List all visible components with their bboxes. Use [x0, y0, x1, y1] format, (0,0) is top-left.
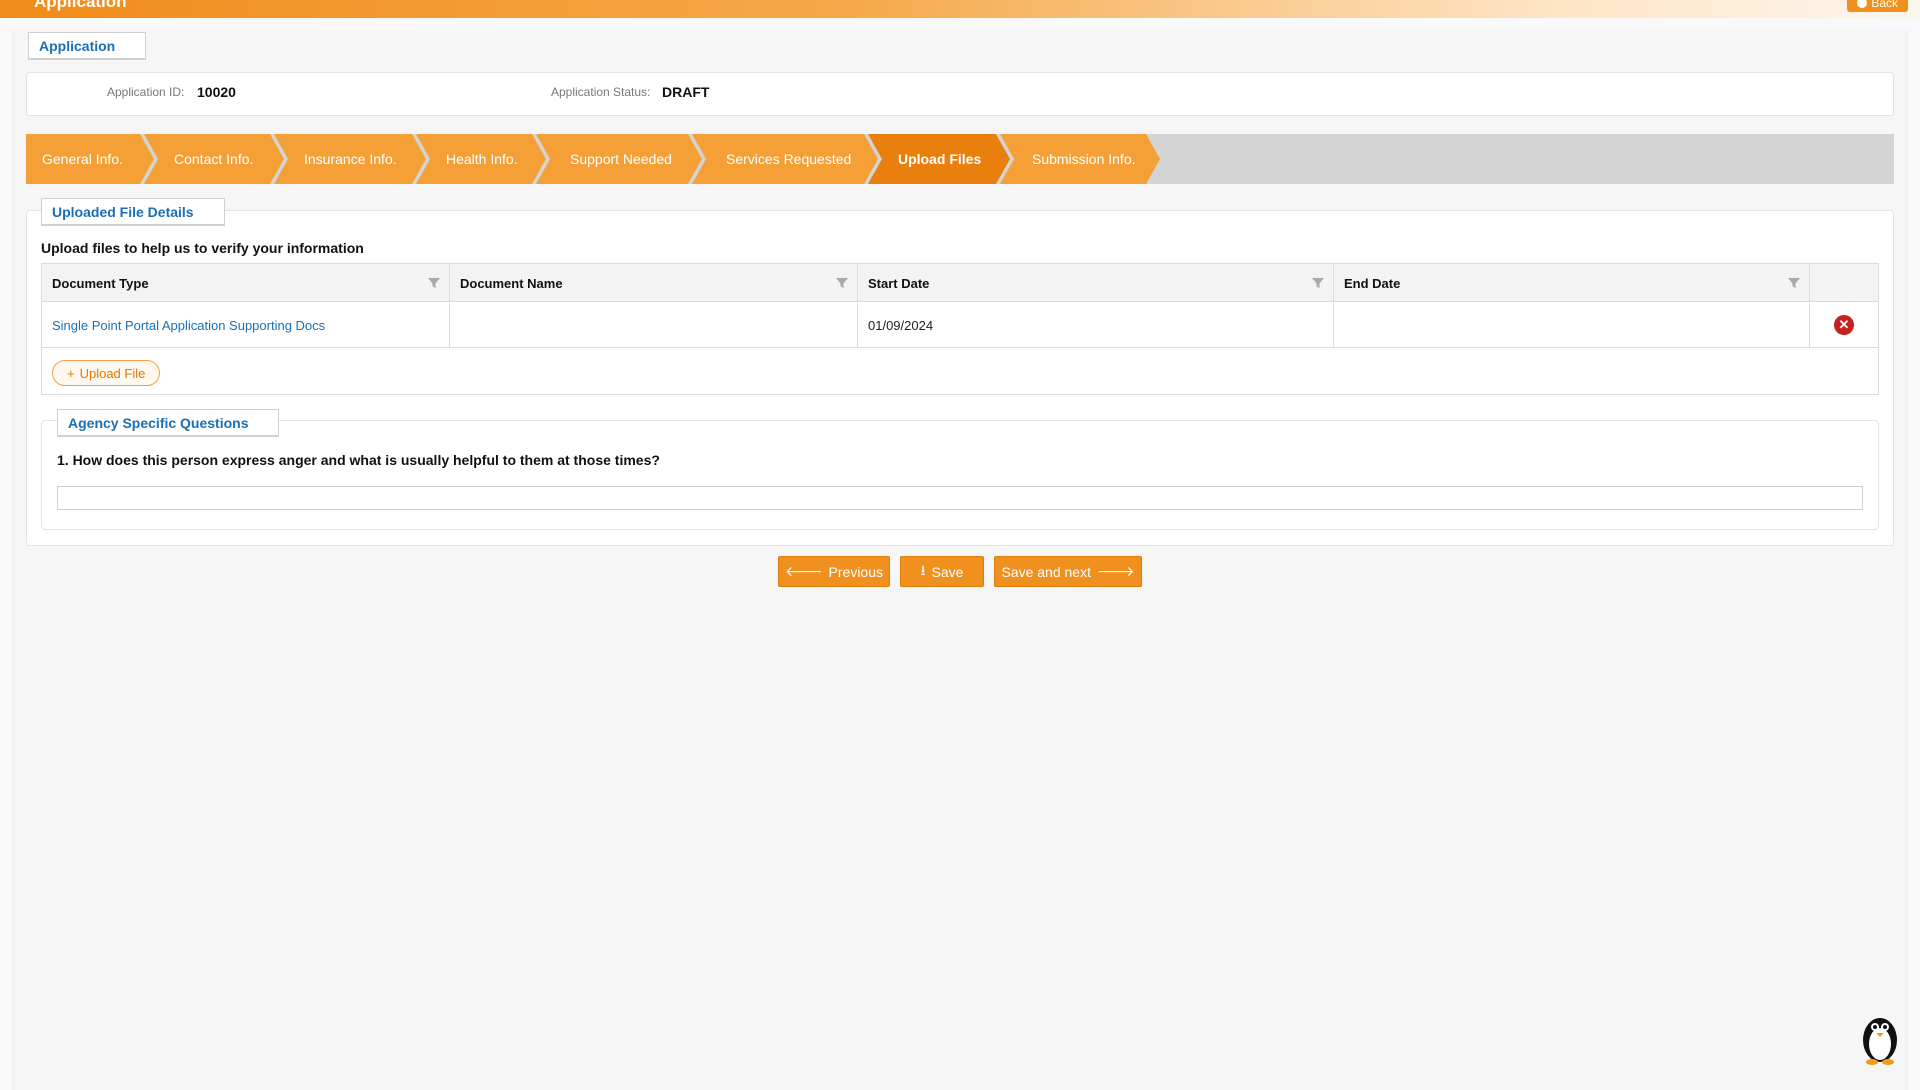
- step-services-requested[interactable]: Services Requested: [692, 134, 878, 184]
- upload-intro-text: Upload files to help us to verify your i…: [41, 240, 364, 256]
- col-document-name[interactable]: Document Name: [450, 264, 858, 302]
- wizard-steps: General Info. Contact Info. Insurance In…: [26, 134, 1894, 184]
- step-upload-files[interactable]: Upload Files: [868, 134, 1010, 184]
- application-id-label: Application ID:: [107, 85, 185, 99]
- col-header-label: End Date: [1344, 275, 1401, 291]
- step-label: Insurance Info.: [304, 151, 397, 167]
- uploaded-files-table: Document Type Document Name Start Date E…: [41, 263, 1879, 395]
- upload-file-button[interactable]: + Upload File: [52, 360, 161, 386]
- step-health-info[interactable]: Health Info.: [416, 134, 546, 184]
- col-start-date[interactable]: Start Date: [858, 264, 1334, 302]
- col-header-label: Start Date: [868, 275, 930, 291]
- table-header: Document Type Document Name Start Date E…: [42, 264, 1878, 302]
- col-end-date[interactable]: End Date: [1334, 264, 1810, 302]
- step-submission-info[interactable]: Submission Info.: [1000, 134, 1160, 184]
- step-label: Services Requested: [726, 151, 852, 167]
- arrow-left-icon: 🡐: [784, 563, 823, 579]
- penguin-icon[interactable]: [1858, 1012, 1902, 1066]
- save-next-label: Save and next: [1001, 563, 1091, 580]
- save-and-next-button[interactable]: Save and next 🡒: [994, 556, 1142, 587]
- save-button[interactable]: ⭳ Save: [900, 556, 984, 587]
- back-icon: [1857, 0, 1868, 8]
- step-label: Upload Files: [898, 151, 982, 167]
- application-info-box: Application ID: 10020 Application Status…: [26, 72, 1894, 116]
- back-label: Back: [1871, 0, 1898, 10]
- step-contact-info[interactable]: Contact Info.: [144, 134, 284, 184]
- filter-icon[interactable]: [1311, 276, 1325, 290]
- back-button[interactable]: Back: [1847, 0, 1908, 12]
- arrow-right-icon: 🡒: [1096, 563, 1135, 579]
- agency-question-1: 1. How does this person express anger an…: [57, 452, 660, 468]
- filter-icon[interactable]: [835, 276, 849, 290]
- col-header-label: Document Type: [52, 275, 149, 291]
- step-label: Submission Info.: [1032, 151, 1136, 167]
- delete-cell: ✕: [1810, 302, 1878, 348]
- col-document-type[interactable]: Document Type: [42, 264, 450, 302]
- step-general-info[interactable]: General Info.: [26, 134, 154, 184]
- save-label: Save: [931, 563, 964, 580]
- end-date-cell: [1334, 302, 1810, 348]
- step-support-needed[interactable]: Support Needed: [536, 134, 702, 184]
- document-type-cell[interactable]: Single Point Portal Application Supporti…: [42, 302, 450, 348]
- agency-questions-panel: [41, 420, 1879, 530]
- top-header-bar: Application Back: [0, 0, 1920, 18]
- start-date-cell: 01/09/2024: [858, 302, 1334, 348]
- step-label: Support Needed: [570, 151, 672, 167]
- application-status-value: DRAFT: [662, 84, 710, 100]
- document-name-cell: [450, 302, 858, 348]
- previous-label: Previous: [828, 563, 883, 580]
- delete-icon[interactable]: ✕: [1834, 315, 1854, 335]
- agency-answer-input[interactable]: [57, 486, 1863, 510]
- filter-icon[interactable]: [1787, 276, 1801, 290]
- application-id-value: 10020: [197, 84, 236, 100]
- uploaded-file-details-tab: Uploaded File Details: [41, 198, 225, 226]
- step-label: General Info.: [42, 151, 123, 167]
- previous-button[interactable]: 🡐 Previous: [778, 556, 890, 587]
- step-label: Health Info.: [446, 151, 518, 167]
- application-status-label: Application Status:: [551, 85, 651, 99]
- filter-icon[interactable]: [427, 276, 441, 290]
- plus-icon: +: [67, 365, 75, 381]
- application-section-tab: Application: [28, 32, 146, 60]
- upload-file-label: Upload File: [79, 365, 146, 381]
- col-header-label: Document Name: [460, 275, 563, 291]
- table-row: Single Point Portal Application Supporti…: [42, 302, 1878, 348]
- step-insurance-info[interactable]: Insurance Info.: [274, 134, 426, 184]
- header-title: Application: [34, 0, 127, 11]
- download-icon: ⭳: [920, 561, 926, 578]
- step-label: Contact Info.: [174, 151, 254, 167]
- agency-questions-tab: Agency Specific Questions: [57, 409, 279, 437]
